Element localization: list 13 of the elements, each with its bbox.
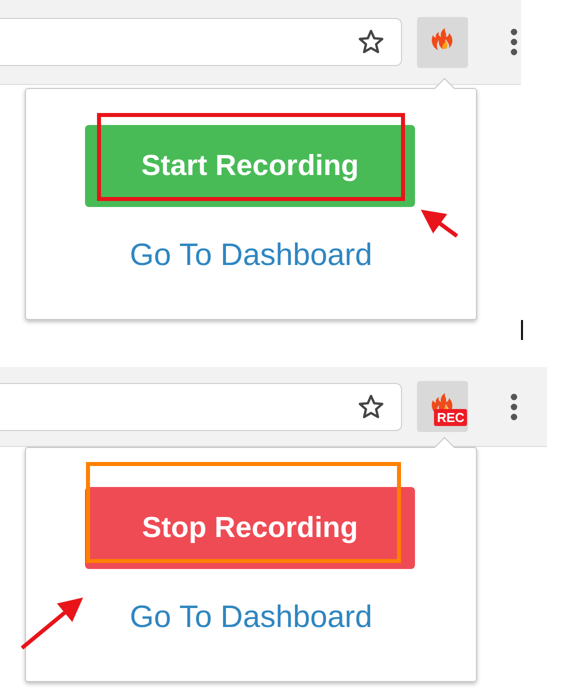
- menu-icon[interactable]: [510, 28, 518, 56]
- extension-button[interactable]: REC: [417, 381, 468, 432]
- extension-button[interactable]: [417, 16, 468, 68]
- dashboard-link[interactable]: Go To Dashboard: [130, 599, 372, 635]
- star-icon[interactable]: [357, 28, 385, 56]
- dashboard-link[interactable]: Go To Dashboard: [130, 237, 372, 273]
- stop-recording-button[interactable]: Stop Recording: [85, 487, 415, 569]
- arrow: [420, 210, 458, 238]
- rec-badge: REC: [434, 409, 468, 426]
- star-icon[interactable]: [357, 392, 385, 420]
- start-recording-button[interactable]: Start Recording: [85, 125, 415, 207]
- menu-icon[interactable]: [510, 392, 518, 420]
- arrow: [20, 597, 84, 650]
